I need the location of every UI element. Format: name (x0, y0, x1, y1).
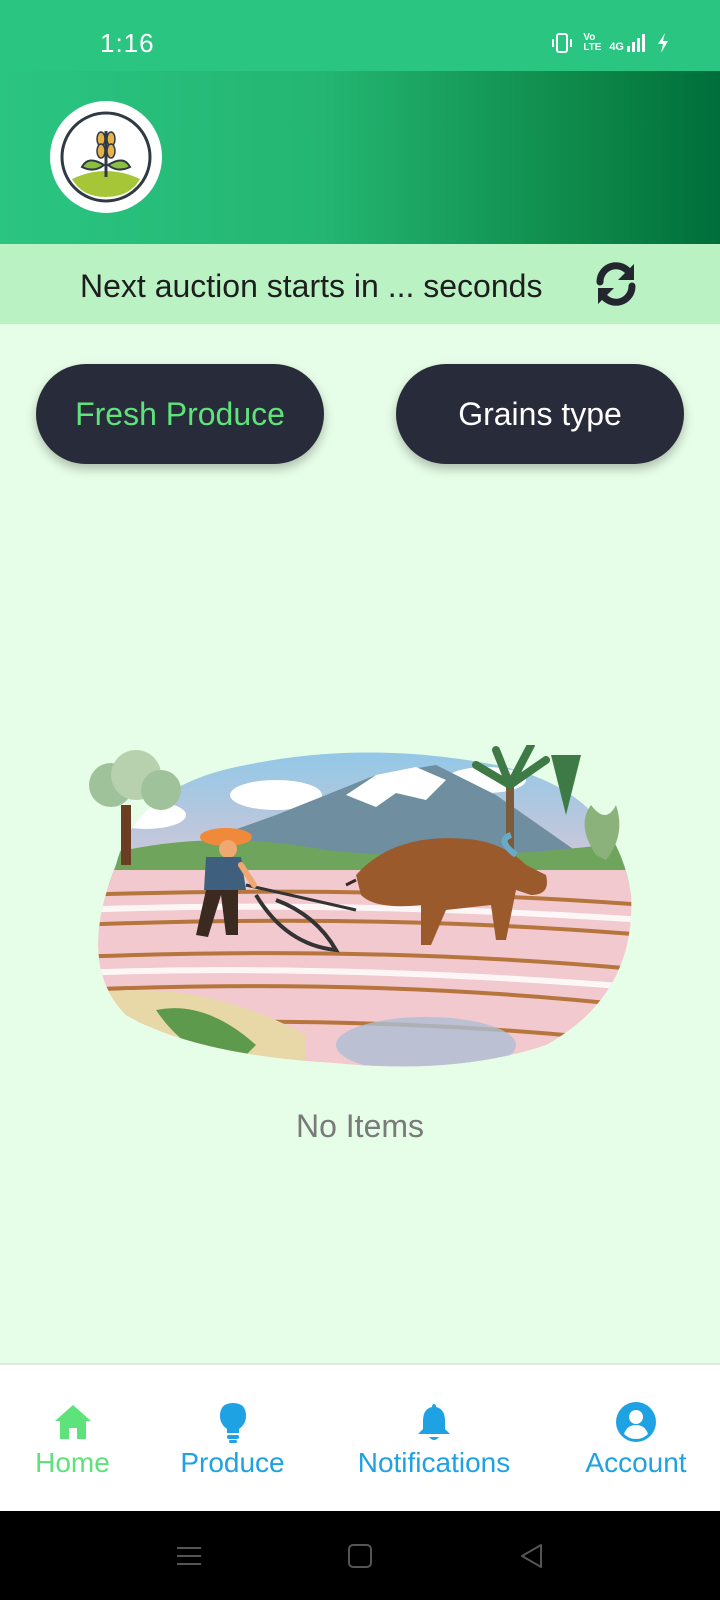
bell-icon (418, 1404, 450, 1440)
fresh-produce-button[interactable]: Fresh Produce (36, 364, 324, 464)
auction-countdown-bar: Next auction starts in ... seconds (0, 244, 720, 324)
app-logo (50, 101, 162, 213)
nav-account-label: Account (585, 1447, 687, 1478)
charging-icon (658, 33, 668, 53)
empty-state-message: No Items (295, 1108, 425, 1144)
home-icon (54, 1405, 91, 1439)
grains-type-button[interactable]: Grains type (396, 364, 684, 464)
status-bar: 1:16 Vo LTE 4G (0, 0, 720, 71)
back-triangle-icon[interactable] (517, 1541, 547, 1571)
account-icon (616, 1402, 656, 1442)
status-time: 1:16 (100, 28, 155, 58)
home-square-icon[interactable] (345, 1541, 375, 1571)
menu-icon[interactable] (174, 1541, 204, 1571)
nav-home-label: Home (35, 1447, 110, 1478)
nav-produce[interactable]: Produce (170, 1365, 295, 1513)
signal-4g-icon: 4G (609, 33, 646, 53)
bottom-navigation: Home Produce Notifications Account (0, 1363, 720, 1511)
status-icons: Vo LTE 4G (551, 32, 670, 54)
network-label: 4G (609, 41, 624, 53)
nav-home[interactable]: Home (20, 1365, 125, 1513)
lightbulb-icon (219, 1403, 246, 1443)
system-navigation-bar (0, 1511, 720, 1600)
farmer-plowing-illustration (89, 745, 632, 1067)
refresh-icon[interactable] (590, 258, 642, 310)
nav-produce-label: Produce (180, 1447, 285, 1478)
volte-icon: Vo LTE (583, 32, 602, 53)
wheat-logo-icon (60, 111, 152, 203)
nav-account[interactable]: Account (575, 1365, 697, 1513)
auction-countdown-text: Next auction starts in ... seconds (80, 268, 543, 304)
nav-notifications[interactable]: Notifications (345, 1365, 523, 1513)
vibrate-icon (552, 33, 573, 53)
nav-notifications-label: Notifications (357, 1447, 511, 1478)
app-header (0, 71, 720, 244)
